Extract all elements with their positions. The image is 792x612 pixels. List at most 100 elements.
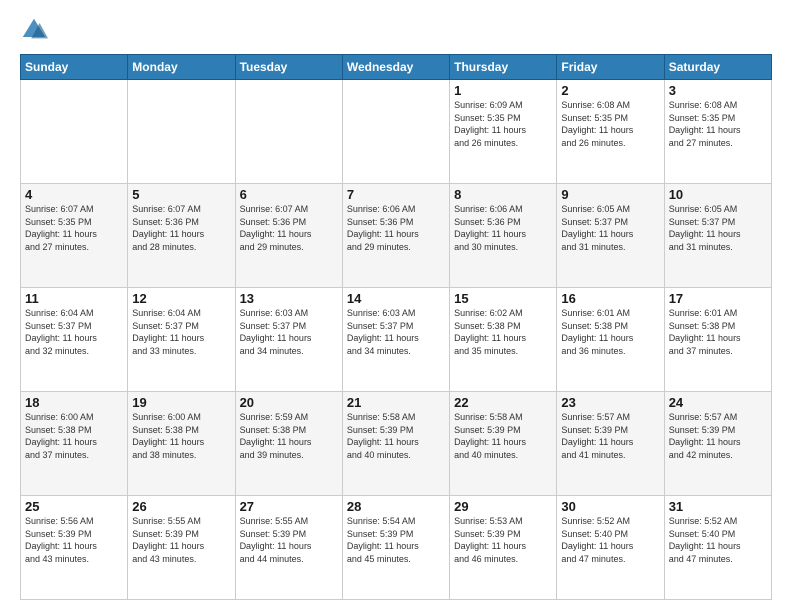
day-info: Sunrise: 6:05 AM Sunset: 5:37 PM Dayligh… (561, 203, 659, 253)
day-info: Sunrise: 5:59 AM Sunset: 5:38 PM Dayligh… (240, 411, 338, 461)
calendar-week-1: 1Sunrise: 6:09 AM Sunset: 5:35 PM Daylig… (21, 80, 772, 184)
calendar-header-saturday: Saturday (664, 55, 771, 80)
calendar-cell: 20Sunrise: 5:59 AM Sunset: 5:38 PM Dayli… (235, 392, 342, 496)
calendar-cell (128, 80, 235, 184)
calendar-cell: 10Sunrise: 6:05 AM Sunset: 5:37 PM Dayli… (664, 184, 771, 288)
day-number: 2 (561, 83, 659, 98)
day-number: 31 (669, 499, 767, 514)
day-info: Sunrise: 5:52 AM Sunset: 5:40 PM Dayligh… (561, 515, 659, 565)
calendar-cell: 17Sunrise: 6:01 AM Sunset: 5:38 PM Dayli… (664, 288, 771, 392)
day-number: 29 (454, 499, 552, 514)
day-info: Sunrise: 6:08 AM Sunset: 5:35 PM Dayligh… (561, 99, 659, 149)
calendar-cell: 31Sunrise: 5:52 AM Sunset: 5:40 PM Dayli… (664, 496, 771, 600)
day-info: Sunrise: 6:02 AM Sunset: 5:38 PM Dayligh… (454, 307, 552, 357)
day-info: Sunrise: 6:06 AM Sunset: 5:36 PM Dayligh… (454, 203, 552, 253)
calendar-week-2: 4Sunrise: 6:07 AM Sunset: 5:35 PM Daylig… (21, 184, 772, 288)
day-number: 8 (454, 187, 552, 202)
page: SundayMondayTuesdayWednesdayThursdayFrid… (0, 0, 792, 612)
calendar-cell: 3Sunrise: 6:08 AM Sunset: 5:35 PM Daylig… (664, 80, 771, 184)
day-number: 11 (25, 291, 123, 306)
calendar-cell: 19Sunrise: 6:00 AM Sunset: 5:38 PM Dayli… (128, 392, 235, 496)
calendar-cell: 2Sunrise: 6:08 AM Sunset: 5:35 PM Daylig… (557, 80, 664, 184)
day-number: 21 (347, 395, 445, 410)
day-number: 12 (132, 291, 230, 306)
calendar-cell: 8Sunrise: 6:06 AM Sunset: 5:36 PM Daylig… (450, 184, 557, 288)
day-info: Sunrise: 5:58 AM Sunset: 5:39 PM Dayligh… (347, 411, 445, 461)
day-number: 17 (669, 291, 767, 306)
day-number: 19 (132, 395, 230, 410)
calendar-header-row: SundayMondayTuesdayWednesdayThursdayFrid… (21, 55, 772, 80)
calendar-cell (21, 80, 128, 184)
calendar-cell (342, 80, 449, 184)
calendar-cell: 21Sunrise: 5:58 AM Sunset: 5:39 PM Dayli… (342, 392, 449, 496)
calendar-cell: 24Sunrise: 5:57 AM Sunset: 5:39 PM Dayli… (664, 392, 771, 496)
calendar-header-tuesday: Tuesday (235, 55, 342, 80)
calendar-cell: 29Sunrise: 5:53 AM Sunset: 5:39 PM Dayli… (450, 496, 557, 600)
calendar-cell: 9Sunrise: 6:05 AM Sunset: 5:37 PM Daylig… (557, 184, 664, 288)
calendar-cell: 23Sunrise: 5:57 AM Sunset: 5:39 PM Dayli… (557, 392, 664, 496)
calendar-cell: 28Sunrise: 5:54 AM Sunset: 5:39 PM Dayli… (342, 496, 449, 600)
day-info: Sunrise: 6:00 AM Sunset: 5:38 PM Dayligh… (25, 411, 123, 461)
day-number: 1 (454, 83, 552, 98)
day-info: Sunrise: 6:04 AM Sunset: 5:37 PM Dayligh… (132, 307, 230, 357)
calendar-header-monday: Monday (128, 55, 235, 80)
day-number: 3 (669, 83, 767, 98)
calendar-header-wednesday: Wednesday (342, 55, 449, 80)
day-info: Sunrise: 5:53 AM Sunset: 5:39 PM Dayligh… (454, 515, 552, 565)
day-number: 15 (454, 291, 552, 306)
day-number: 9 (561, 187, 659, 202)
day-number: 22 (454, 395, 552, 410)
day-number: 26 (132, 499, 230, 514)
calendar-week-4: 18Sunrise: 6:00 AM Sunset: 5:38 PM Dayli… (21, 392, 772, 496)
calendar-cell: 22Sunrise: 5:58 AM Sunset: 5:39 PM Dayli… (450, 392, 557, 496)
calendar-week-3: 11Sunrise: 6:04 AM Sunset: 5:37 PM Dayli… (21, 288, 772, 392)
day-info: Sunrise: 6:03 AM Sunset: 5:37 PM Dayligh… (240, 307, 338, 357)
day-number: 18 (25, 395, 123, 410)
day-info: Sunrise: 5:56 AM Sunset: 5:39 PM Dayligh… (25, 515, 123, 565)
day-number: 4 (25, 187, 123, 202)
calendar-cell: 1Sunrise: 6:09 AM Sunset: 5:35 PM Daylig… (450, 80, 557, 184)
day-number: 20 (240, 395, 338, 410)
logo-icon (20, 16, 48, 44)
day-number: 24 (669, 395, 767, 410)
calendar-cell: 30Sunrise: 5:52 AM Sunset: 5:40 PM Dayli… (557, 496, 664, 600)
calendar-header-thursday: Thursday (450, 55, 557, 80)
day-number: 13 (240, 291, 338, 306)
calendar-header-friday: Friday (557, 55, 664, 80)
calendar-week-5: 25Sunrise: 5:56 AM Sunset: 5:39 PM Dayli… (21, 496, 772, 600)
day-number: 5 (132, 187, 230, 202)
calendar-cell: 25Sunrise: 5:56 AM Sunset: 5:39 PM Dayli… (21, 496, 128, 600)
calendar-cell: 18Sunrise: 6:00 AM Sunset: 5:38 PM Dayli… (21, 392, 128, 496)
day-number: 30 (561, 499, 659, 514)
day-info: Sunrise: 5:57 AM Sunset: 5:39 PM Dayligh… (561, 411, 659, 461)
calendar-cell: 14Sunrise: 6:03 AM Sunset: 5:37 PM Dayli… (342, 288, 449, 392)
day-info: Sunrise: 6:07 AM Sunset: 5:36 PM Dayligh… (132, 203, 230, 253)
header (20, 16, 772, 44)
day-number: 6 (240, 187, 338, 202)
day-info: Sunrise: 6:06 AM Sunset: 5:36 PM Dayligh… (347, 203, 445, 253)
day-number: 16 (561, 291, 659, 306)
day-info: Sunrise: 6:07 AM Sunset: 5:36 PM Dayligh… (240, 203, 338, 253)
day-info: Sunrise: 5:55 AM Sunset: 5:39 PM Dayligh… (132, 515, 230, 565)
day-info: Sunrise: 6:04 AM Sunset: 5:37 PM Dayligh… (25, 307, 123, 357)
day-info: Sunrise: 6:09 AM Sunset: 5:35 PM Dayligh… (454, 99, 552, 149)
day-info: Sunrise: 6:00 AM Sunset: 5:38 PM Dayligh… (132, 411, 230, 461)
calendar-cell: 6Sunrise: 6:07 AM Sunset: 5:36 PM Daylig… (235, 184, 342, 288)
day-number: 28 (347, 499, 445, 514)
calendar-cell: 12Sunrise: 6:04 AM Sunset: 5:37 PM Dayli… (128, 288, 235, 392)
calendar-table: SundayMondayTuesdayWednesdayThursdayFrid… (20, 54, 772, 600)
day-info: Sunrise: 5:52 AM Sunset: 5:40 PM Dayligh… (669, 515, 767, 565)
calendar-cell: 13Sunrise: 6:03 AM Sunset: 5:37 PM Dayli… (235, 288, 342, 392)
calendar-cell: 15Sunrise: 6:02 AM Sunset: 5:38 PM Dayli… (450, 288, 557, 392)
calendar-cell: 16Sunrise: 6:01 AM Sunset: 5:38 PM Dayli… (557, 288, 664, 392)
day-number: 23 (561, 395, 659, 410)
day-info: Sunrise: 5:57 AM Sunset: 5:39 PM Dayligh… (669, 411, 767, 461)
day-info: Sunrise: 6:01 AM Sunset: 5:38 PM Dayligh… (561, 307, 659, 357)
calendar-cell (235, 80, 342, 184)
day-info: Sunrise: 6:08 AM Sunset: 5:35 PM Dayligh… (669, 99, 767, 149)
calendar-header-sunday: Sunday (21, 55, 128, 80)
day-info: Sunrise: 5:55 AM Sunset: 5:39 PM Dayligh… (240, 515, 338, 565)
day-number: 7 (347, 187, 445, 202)
day-number: 14 (347, 291, 445, 306)
day-info: Sunrise: 6:01 AM Sunset: 5:38 PM Dayligh… (669, 307, 767, 357)
